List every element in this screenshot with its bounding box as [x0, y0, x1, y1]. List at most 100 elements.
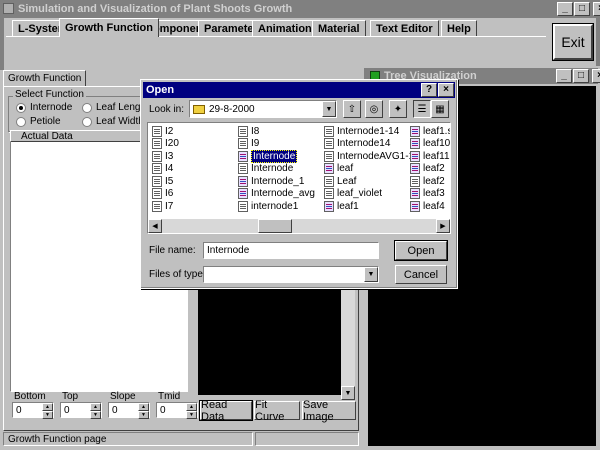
- file-item[interactable]: internode1: [238, 200, 298, 212]
- spin-up-icon[interactable]: ▲: [90, 403, 101, 411]
- spin-down-icon[interactable]: ▼: [138, 411, 149, 419]
- file-item-name: leaf11: [423, 150, 450, 162]
- radio-petiole-dot: [16, 116, 26, 127]
- spin-up-icon[interactable]: ▲: [138, 403, 149, 411]
- file-item[interactable]: I2: [152, 125, 173, 137]
- scroll-left-icon[interactable]: ◀: [148, 219, 162, 233]
- file-item[interactable]: leaf4: [410, 200, 445, 212]
- bitmap-file-icon: [410, 125, 420, 137]
- slope-value: 0: [112, 404, 118, 416]
- maximize-icon[interactable]: □: [573, 69, 589, 83]
- file-item[interactable]: leaf10: [410, 138, 450, 150]
- radio-leaf-length[interactable]: Leaf Length: [82, 102, 149, 113]
- slope-spinner[interactable]: 0 ▲ ▼: [108, 402, 150, 419]
- file-item[interactable]: leaf2: [410, 163, 445, 175]
- file-item-name: Internode: [251, 163, 294, 174]
- graph-scrollbar[interactable]: ▼: [341, 280, 355, 400]
- spin-down-icon[interactable]: ▼: [42, 411, 53, 419]
- file-item[interactable]: I3: [152, 150, 173, 162]
- text-file-icon: [324, 125, 334, 137]
- file-item[interactable]: leaf11: [410, 150, 450, 162]
- file-item[interactable]: I9: [238, 138, 259, 150]
- spin-down-icon[interactable]: ▼: [186, 411, 197, 419]
- file-item[interactable]: I20: [152, 138, 179, 150]
- scroll-thumb[interactable]: [258, 219, 292, 233]
- select-function-label: Select Function: [13, 89, 86, 100]
- close-icon[interactable]: ×: [593, 2, 600, 16]
- file-item[interactable]: Internode14: [324, 138, 390, 150]
- look-in-dropdown[interactable]: 29-8-2000 ▼: [189, 100, 337, 118]
- chevron-down-icon[interactable]: ▼: [364, 267, 378, 282]
- fit-curve-button[interactable]: Fit Curve: [254, 399, 300, 423]
- horizontal-scrollbar[interactable]: ◀ ▶: [148, 219, 450, 233]
- scroll-right-icon[interactable]: ▶: [436, 219, 450, 233]
- file-item[interactable]: I4: [152, 163, 173, 175]
- file-item[interactable]: leaf3: [410, 188, 445, 200]
- close-icon[interactable]: ×: [438, 83, 454, 97]
- exit-button[interactable]: Exit: [552, 23, 594, 61]
- text-file-icon: [238, 200, 248, 212]
- file-item-name: Leaf: [337, 175, 357, 187]
- close-icon[interactable]: ×: [592, 69, 600, 83]
- file-item[interactable]: InternodeAVG1-14: [324, 150, 420, 162]
- spin-up-icon[interactable]: ▲: [186, 403, 197, 411]
- tab-growth-function[interactable]: Growth Function: [59, 18, 159, 37]
- tab-text-editor[interactable]: Text Editor: [370, 20, 439, 36]
- file-item[interactable]: Internode: [238, 163, 293, 175]
- file-item[interactable]: Internode_avg: [238, 188, 315, 200]
- details-view-icon[interactable]: ▦: [431, 100, 449, 118]
- file-item[interactable]: I7: [152, 200, 173, 212]
- file-item[interactable]: leaf1.su: [410, 125, 450, 137]
- file-name-input[interactable]: Internode: [203, 242, 379, 259]
- radio-internode[interactable]: Internode: [16, 102, 72, 113]
- text-file-icon: [238, 125, 248, 137]
- file-item[interactable]: I6: [152, 188, 173, 200]
- bottom-value: 0: [16, 404, 22, 416]
- file-item[interactable]: I5: [152, 175, 173, 187]
- tmid-spinner[interactable]: 0 ▲ ▼: [156, 402, 198, 419]
- spin-up-icon[interactable]: ▲: [42, 403, 53, 411]
- file-item[interactable]: Leaf: [324, 175, 356, 187]
- file-item[interactable]: leaf: [324, 163, 353, 175]
- spin-down-icon[interactable]: ▼: [90, 411, 101, 419]
- file-name-label: File name:: [149, 245, 196, 256]
- list-view-icon[interactable]: ☰: [413, 100, 431, 118]
- file-item-name: I4: [165, 163, 174, 174]
- tab-material[interactable]: Material: [312, 20, 366, 36]
- radio-petiole[interactable]: Petiole: [16, 116, 61, 127]
- read-data-button[interactable]: Read Data: [199, 399, 253, 423]
- bottom-spinner[interactable]: 0 ▲ ▼: [12, 402, 54, 419]
- file-item[interactable]: Internode1-14: [324, 125, 399, 137]
- file-item[interactable]: leaf1: [324, 200, 359, 212]
- file-item-name: leaf3: [423, 188, 445, 199]
- look-in-value: 29-8-2000: [209, 103, 255, 115]
- file-item[interactable]: Internode: [238, 149, 298, 163]
- file-item[interactable]: Internode_1: [238, 175, 304, 187]
- file-item[interactable]: leaf_violet: [324, 188, 382, 200]
- open-button[interactable]: Open: [394, 240, 448, 261]
- chevron-down-icon[interactable]: ▼: [322, 101, 336, 117]
- files-of-type-dropdown[interactable]: ▼: [203, 266, 379, 283]
- radio-leaf-width[interactable]: Leaf Width: [82, 116, 144, 127]
- new-folder-icon[interactable]: ✦: [389, 100, 407, 118]
- file-item-name: leaf1.su: [423, 125, 450, 137]
- top-spinner[interactable]: 0 ▲ ▼: [60, 402, 102, 419]
- maximize-icon[interactable]: □: [574, 2, 590, 16]
- tmid-label: Tmid: [158, 391, 181, 402]
- file-item[interactable]: leaf2: [410, 175, 445, 187]
- minimize-icon[interactable]: _: [557, 2, 573, 16]
- files-of-type-label: Files of type:: [149, 269, 206, 280]
- tab-growth-function-inner[interactable]: Growth Function: [3, 70, 87, 86]
- save-image-button[interactable]: Save Image: [302, 399, 356, 423]
- text-file-icon: [324, 150, 334, 162]
- file-list[interactable]: I2 I20 I3 I4 I5 I6 I7 I8 I9 Internode Internode Int…: [147, 122, 451, 234]
- file-item[interactable]: I8: [238, 125, 259, 137]
- desktop-icon[interactable]: ◎: [365, 100, 383, 118]
- tab-help[interactable]: Help: [441, 20, 477, 36]
- help-icon[interactable]: ?: [421, 83, 437, 97]
- cancel-button[interactable]: Cancel: [395, 265, 447, 284]
- file-item-name: Internode1-14: [337, 125, 400, 137]
- minimize-icon[interactable]: _: [556, 69, 572, 83]
- up-folder-icon[interactable]: ⇧: [343, 100, 361, 118]
- tab-animation[interactable]: Animation: [252, 20, 318, 36]
